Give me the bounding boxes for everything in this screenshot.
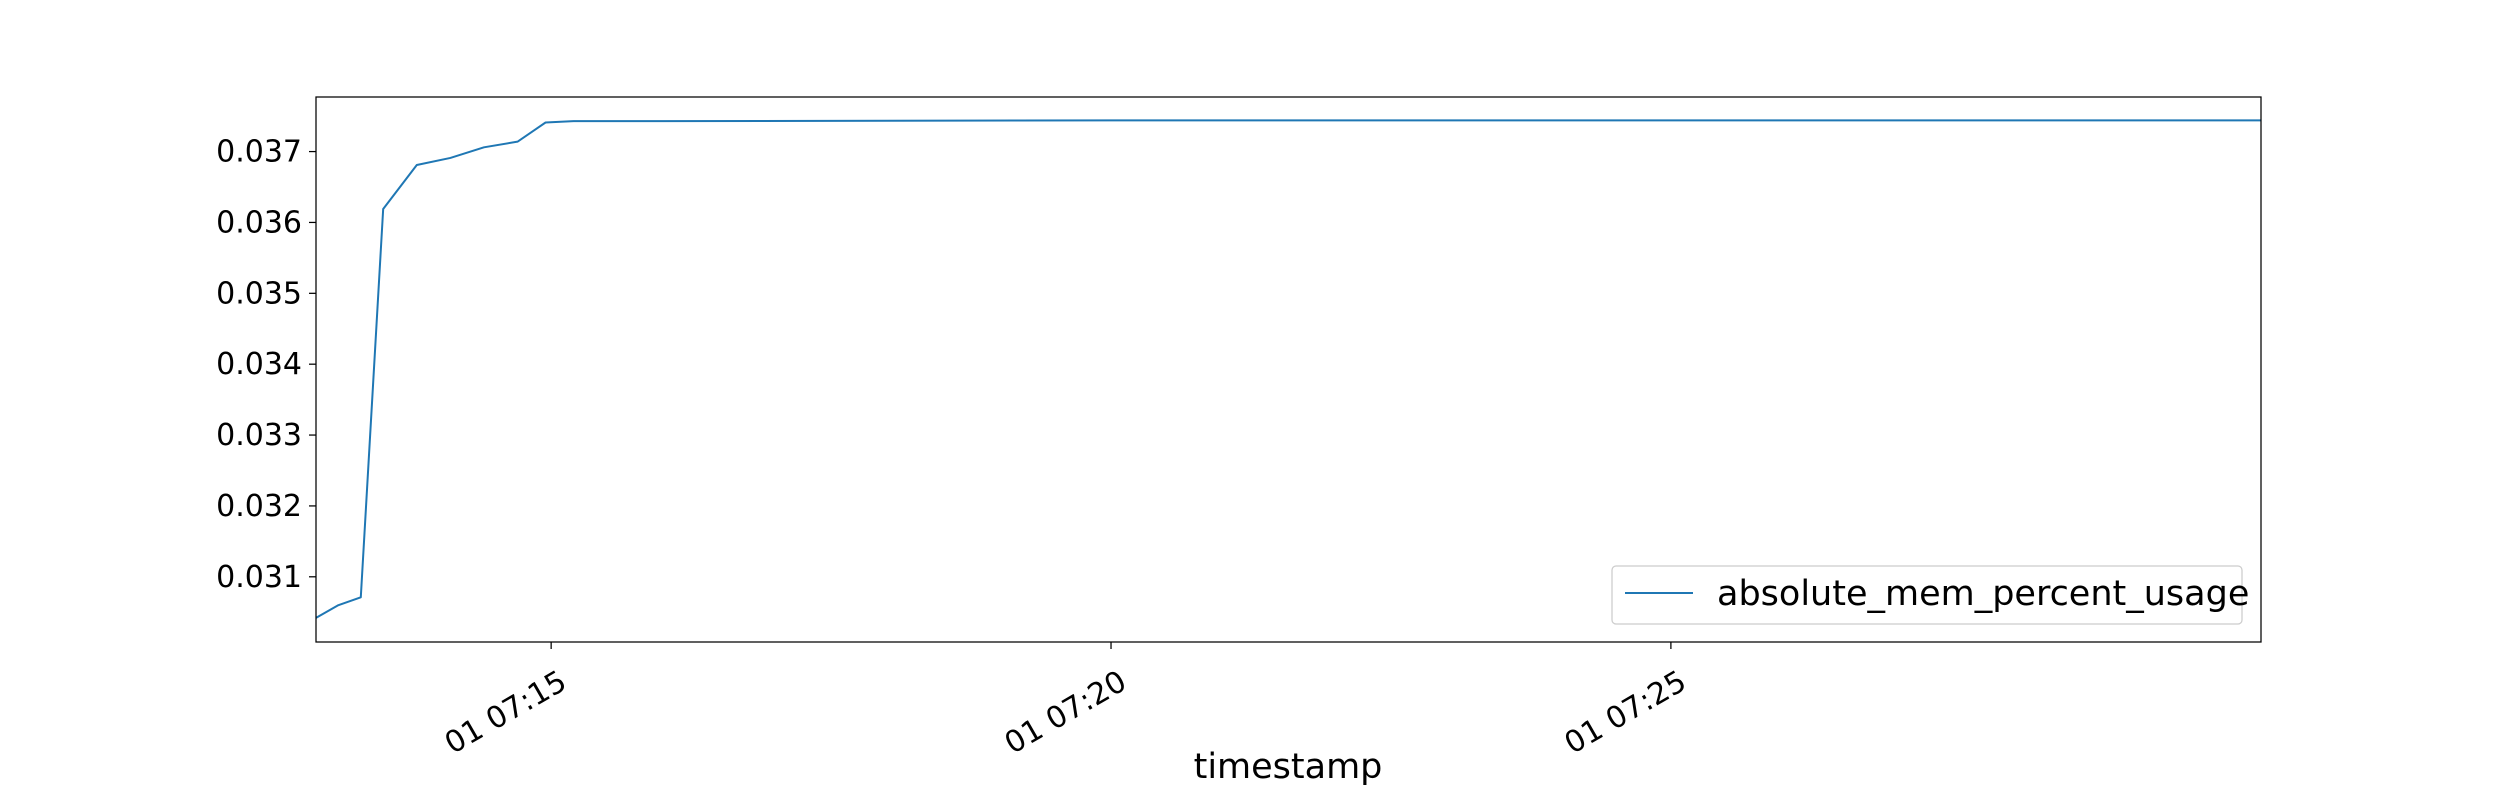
y-tick-label: 0.034 — [216, 347, 302, 382]
legend-label: absolute_mem_percent_usage — [1717, 574, 2249, 614]
y-tick-label: 0.037 — [216, 135, 302, 170]
y-tick-label: 0.035 — [216, 276, 302, 311]
y-tick-label: 0.033 — [216, 418, 302, 453]
y-tick-label: 0.031 — [216, 560, 302, 595]
legend: absolute_mem_percent_usage — [1611, 565, 2249, 625]
y-tick-label: 0.032 — [216, 489, 302, 524]
line-chart: 0.0310.0320.0330.0340.0350.0360.037 01 0… — [0, 0, 2500, 800]
x-axis-title: timestamp — [1194, 747, 1383, 787]
y-tick-label: 0.036 — [216, 205, 302, 240]
